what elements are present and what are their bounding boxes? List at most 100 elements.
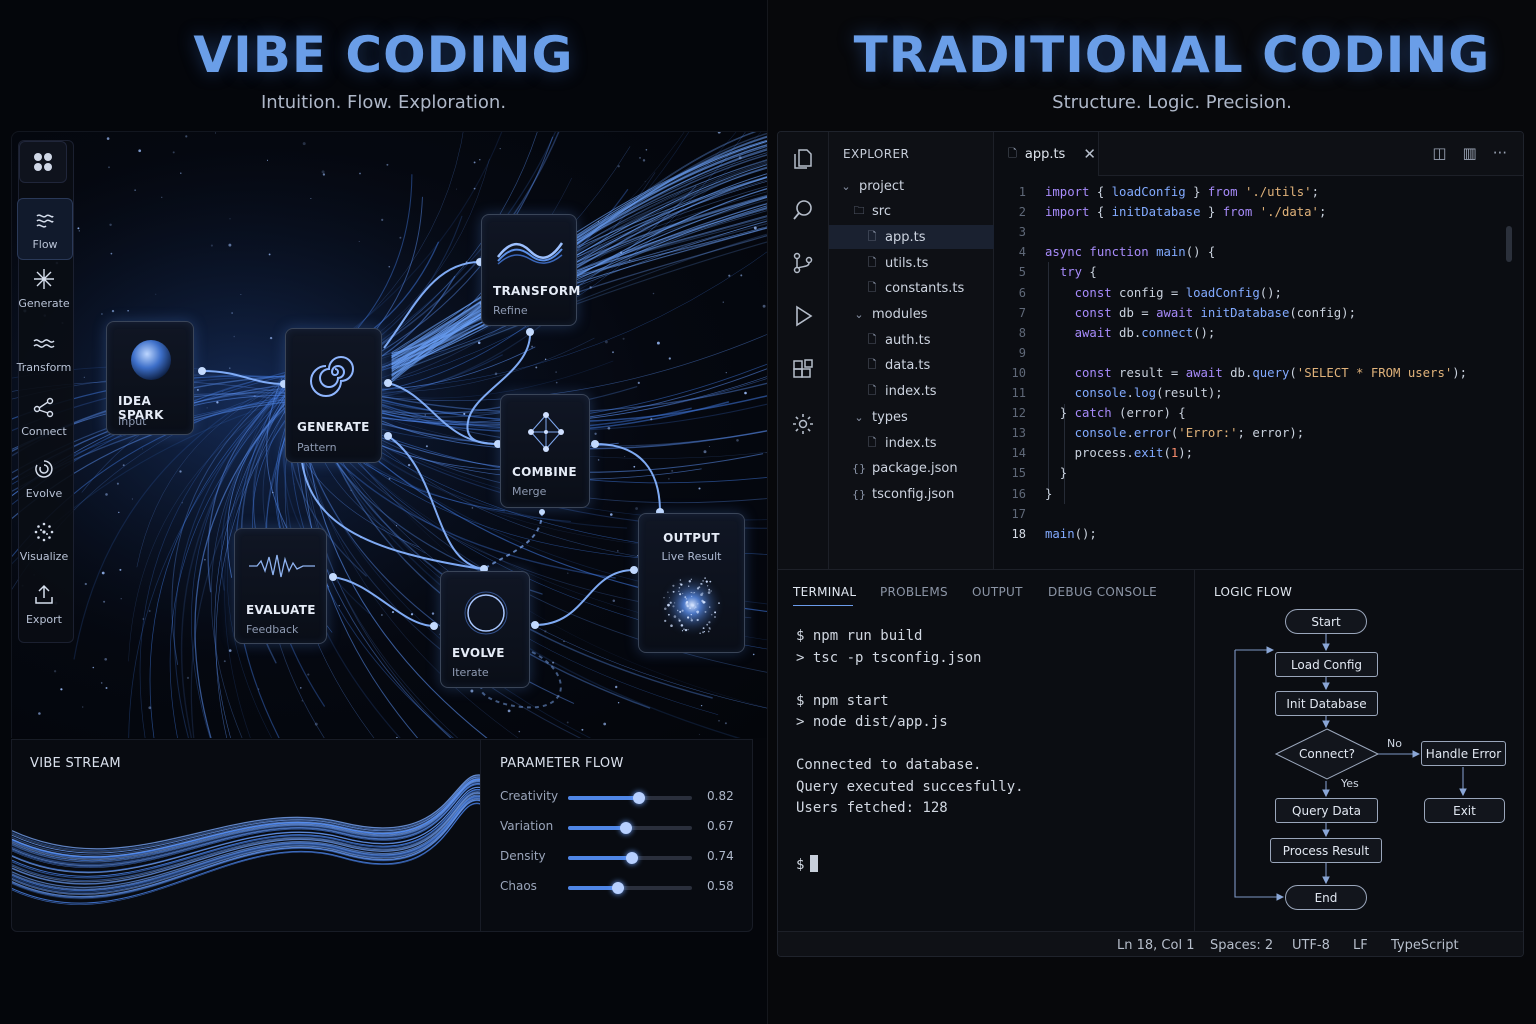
status-line-ending[interactable]: LF (1353, 938, 1368, 953)
files-icon[interactable] (791, 147, 815, 171)
line-number: 1 (1018, 185, 1026, 199)
node-combine[interactable]: COMBINE Merge (500, 394, 590, 508)
panel-tab-debug-console[interactable]: DEBUG CONSOLE (1048, 585, 1157, 599)
code-line: import { loadConfig } from './utils'; (1045, 185, 1319, 199)
rail-item-export[interactable]: Export (15, 574, 73, 634)
node-transform[interactable]: TRANSFORM Refine (481, 214, 580, 326)
param-slider-knob[interactable] (626, 852, 638, 864)
tree-item[interactable]: 🗋 index.ts (829, 380, 994, 404)
code-line: console.log(result); (1074, 386, 1223, 400)
tree-item[interactable]: 🗋 utils.ts (829, 251, 994, 275)
panel-tab-output[interactable]: OUTPUT (972, 585, 1023, 599)
node-subtitle: Merge (512, 485, 547, 498)
line-number: 9 (1018, 345, 1026, 360)
node-title: EVOLVE (452, 646, 505, 660)
param-slider-track[interactable] (568, 852, 692, 864)
tree-item[interactable]: 🗋 auth.ts (829, 328, 994, 352)
node-title: COMBINE (512, 465, 577, 479)
file-icon: 🗋 (867, 435, 877, 449)
logic-flow-panel: LOGIC FLOW Start Load Config Init Databa… (1195, 569, 1523, 931)
folder-icon: 🗀 (853, 204, 865, 218)
tree-item[interactable]: 🗋 constants.ts (829, 277, 994, 301)
param-value: 0.67 (707, 819, 734, 833)
node-evolve[interactable]: EVOLVE Iterate (440, 571, 530, 688)
param-slider-knob[interactable] (612, 882, 624, 894)
visualize-icon (34, 522, 54, 541)
rail-item-label: Visualize (19, 549, 69, 563)
rail-item-generate[interactable]: Generate (15, 258, 73, 318)
tree-item[interactable]: {} tsconfig.json (829, 482, 994, 506)
rail-item-label: Export (25, 612, 62, 626)
file-icon: 🗋 (867, 384, 877, 398)
run-icon[interactable] (791, 304, 815, 328)
flow-init-database: Init Database (1275, 691, 1378, 716)
code-line: console.error('Error:'; error); (1074, 426, 1305, 441)
rail-item-transform[interactable]: Transform (15, 322, 73, 382)
terminal-prompt[interactable]: $ (796, 855, 819, 873)
extensions-icon[interactable] (791, 358, 815, 382)
node-evaluate[interactable]: EVALUATE Feedback (234, 528, 327, 644)
rail-item-connect[interactable]: Connect (15, 386, 73, 446)
node-generate[interactable]: GENERATE Pattern (285, 328, 382, 463)
param-slider-track[interactable] (568, 882, 692, 894)
param-value: 0.74 (707, 849, 734, 863)
line-number: 18 (1011, 526, 1026, 541)
more-actions-icon[interactable]: ··· (1493, 144, 1507, 162)
source-control-icon[interactable] (791, 251, 815, 275)
rail-item-label: Evolve (25, 486, 63, 500)
tree-item-label: utils.ts (885, 255, 929, 271)
code-line: try { (1059, 265, 1097, 280)
line-number: 15 (1011, 466, 1026, 481)
param-slider-track[interactable] (568, 822, 692, 834)
terminal-line: $ npm run build (796, 628, 923, 644)
split-view-icon[interactable]: ◫ (1432, 144, 1446, 162)
status-indentation[interactable]: Spaces: 2 (1210, 938, 1273, 953)
tree-item[interactable]: ⌄ project (829, 174, 994, 198)
rail-item-label: Transform (16, 360, 72, 374)
tree-item[interactable]: 🗀 src (829, 200, 994, 224)
file-icon: 🗋 (867, 281, 877, 295)
panel-tab-terminal[interactable]: TERMINAL (793, 585, 856, 599)
flow-exit: Exit (1424, 798, 1505, 823)
editor-scrollbar[interactable] (1506, 226, 1512, 262)
code-line: import { initDatabase } from './data'; (1045, 205, 1327, 220)
panel-tab-problems[interactable]: PROBLEMS (880, 585, 948, 599)
tree-item[interactable]: {} package.json (829, 457, 994, 481)
search-icon[interactable] (791, 198, 815, 222)
flow-start: Start (1285, 609, 1367, 634)
param-slider-knob[interactable] (633, 792, 645, 804)
param-value: 0.82 (707, 789, 734, 803)
code-editor-window: EXPLORER ⌄ project 🗀 src 🗋 app.ts 🗋 utils.ts 🗋 co… (777, 131, 1524, 957)
split-editor-icon[interactable]: ▥ (1463, 144, 1477, 162)
rail-item-label: Flow (32, 237, 58, 251)
active-tab-underline (793, 605, 853, 606)
close-icon[interactable]: ✕ (1083, 145, 1096, 163)
tree-item-label: project (859, 178, 905, 194)
tree-item[interactable]: ⌄ modules (829, 303, 994, 327)
node-output[interactable]: OUTPUT Live Result (638, 513, 745, 653)
tree-item[interactable]: 🗋 app.ts (829, 225, 994, 250)
code-pane[interactable]: 🗋 app.ts ✕ ◫ ▥ ··· 1 import { loadConfig … (994, 132, 1523, 569)
terminal-line: > tsc -p tsconfig.json (796, 649, 982, 666)
status-encoding[interactable]: UTF-8 (1292, 938, 1330, 953)
param-slider-knob[interactable] (620, 822, 632, 834)
evolve-icon (35, 459, 53, 478)
tree-item[interactable]: ⌄ types (829, 405, 994, 429)
settings-gear-icon[interactable] (791, 412, 815, 436)
rail-item-flow[interactable]: Flow (17, 198, 73, 260)
tree-item[interactable]: 🗋 data.ts (829, 354, 994, 378)
flow-handle-error: Handle Error (1421, 741, 1506, 766)
tab-app-ts[interactable]: 🗋 app.ts ✕ (994, 132, 1099, 176)
status-language[interactable]: TypeScript (1391, 938, 1459, 953)
tree-item[interactable]: 🗋 index.ts (829, 431, 994, 455)
explorer-title: EXPLORER (843, 147, 910, 161)
rail-item-evolve[interactable]: Evolve (15, 448, 73, 508)
node-idea-spark[interactable]: IDEA SPARK Input (106, 321, 194, 435)
app-logo-icon[interactable] (19, 141, 67, 183)
status-cursor-position[interactable]: Ln 18, Col 1 (1117, 938, 1194, 953)
line-number: 4 (1018, 245, 1026, 260)
line-number: 11 (1011, 386, 1026, 400)
json-file-icon: {} (852, 462, 866, 476)
rail-item-visualize[interactable]: Visualize (15, 511, 73, 571)
param-slider-track[interactable] (568, 792, 692, 804)
